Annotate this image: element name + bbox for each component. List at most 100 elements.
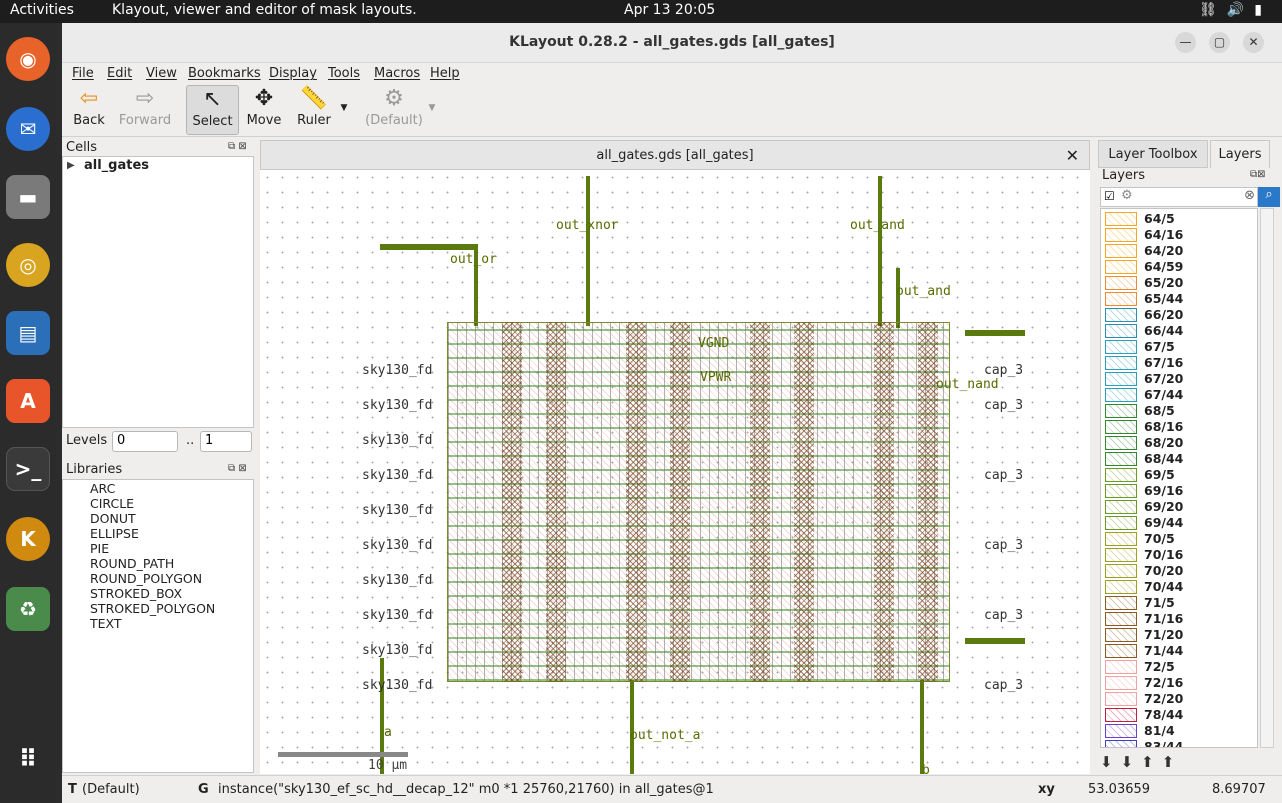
poly-column [546,322,566,682]
layer-item[interactable]: 70/5 [1101,531,1257,547]
layer-item[interactable]: 69/16 [1101,483,1257,499]
layer-item[interactable]: 64/20 [1101,243,1257,259]
library-item[interactable]: DONUT [90,511,215,526]
menu-bookmarks[interactable]: Bookmarks [188,66,261,81]
trash-icon[interactable]: ♻ [6,587,50,631]
library-item[interactable]: ROUND_POLYGON [90,571,215,586]
thunderbird-icon[interactable]: ✉ [6,107,50,151]
layer-item[interactable]: 70/16 [1101,547,1257,563]
library-item[interactable]: ARC [90,481,215,496]
maximize-button[interactable]: ▢ [1209,32,1230,53]
show-apps-icon[interactable]: ⠿ [6,737,50,781]
menu-file[interactable]: File [72,66,94,81]
menu-view[interactable]: View [146,66,177,81]
firefox-icon[interactable]: ◉ [6,37,50,81]
layer-item[interactable]: 64/59 [1101,259,1257,275]
cells-panel-buttons[interactable]: ⧉ ⊠ [228,141,247,152]
layer-item[interactable]: 83/44 [1101,739,1257,747]
menu-macros[interactable]: Macros [374,66,420,81]
layer-item[interactable]: 68/20 [1101,435,1257,451]
layer-item[interactable]: 70/20 [1101,563,1257,579]
expand-icon[interactable]: ▶ [67,160,75,171]
layer-item[interactable]: 72/5 [1101,659,1257,675]
layer-item[interactable]: 69/20 [1101,499,1257,515]
close-tab-icon[interactable]: ✕ [1066,146,1079,165]
layer-item[interactable]: 72/20 [1101,691,1257,707]
layer-item[interactable]: 65/44 [1101,291,1257,307]
software-icon[interactable]: A [6,379,50,423]
ruler-button[interactable]: 📏 Ruler [292,85,336,135]
layer-list-scrollbar[interactable] [1260,208,1274,748]
search-icon[interactable]: ⌕ [1258,187,1280,207]
system-tray-icons[interactable]: ⛓🔊▮ [1199,2,1272,18]
layer-item[interactable]: 66/20 [1101,307,1257,323]
library-item[interactable]: STROKED_POLYGON [90,601,215,616]
menu-edit[interactable]: Edit [107,66,132,81]
library-item[interactable]: ROUND_PATH [90,556,215,571]
close-window-button[interactable]: ✕ [1243,32,1264,53]
layer-item[interactable]: 71/16 [1101,611,1257,627]
forward-button[interactable]: ⇨ Forward [116,85,174,135]
layer-item[interactable]: 69/44 [1101,515,1257,531]
layer-list[interactable]: 64/5 64/16 64/20 64/59 65/20 65/44 66/20 66/44 6… [1100,208,1258,748]
layer-item[interactable]: 65/20 [1101,275,1257,291]
files-icon[interactable]: ▬ [6,175,50,219]
select-button[interactable]: ↖ Select [186,85,239,135]
activities-button[interactable]: Activities [10,2,74,18]
minimize-button[interactable]: — [1175,32,1196,53]
title-bar[interactable]: KLayout 0.28.2 - all_gates.gds [all_gate… [62,23,1282,63]
klayout-icon[interactable]: K [6,517,50,561]
layer-item[interactable]: 67/5 [1101,339,1257,355]
library-item[interactable]: ELLIPSE [90,526,215,541]
layer-filter-input[interactable]: ☑ ⚙ ⊗ [1100,187,1258,207]
tab-layer-toolbox[interactable]: Layer Toolbox [1098,140,1208,168]
menu-display[interactable]: Display [269,66,317,81]
layer-item[interactable]: 69/5 [1101,467,1257,483]
checkbox-icon[interactable]: ☑ [1104,189,1115,203]
library-item[interactable]: CIRCLE [90,496,215,511]
label-out-or: out_or [450,252,497,267]
active-app-title[interactable]: Klayout, viewer and editor of mask layou… [112,2,417,18]
layer-order-buttons[interactable]: ⬇⬇⬆⬆ [1100,753,1182,771]
layer-item[interactable]: 68/44 [1101,451,1257,467]
clear-icon[interactable]: ⊗ [1244,188,1255,203]
layer-item[interactable]: 71/44 [1101,643,1257,659]
menu-tools[interactable]: Tools [328,66,360,81]
levels-from-spinbox[interactable]: 0 [112,431,178,452]
terminal-icon[interactable]: >_ [6,447,50,491]
layout-view-tab[interactable]: all_gates.gds [all_gates] ✕ [260,140,1090,170]
layer-item[interactable]: 64/5 [1101,211,1257,227]
writer-icon[interactable]: ▤ [6,311,50,355]
layer-item[interactable]: 68/16 [1101,419,1257,435]
rhythmbox-icon[interactable]: ◎ [6,243,50,287]
library-item[interactable]: PIE [90,541,215,556]
cells-tree[interactable]: ▶ all_gates [62,156,254,428]
library-item[interactable]: STROKED_BOX [90,586,215,601]
tab-layers[interactable]: Layers [1210,140,1270,168]
layer-item[interactable]: 67/44 [1101,387,1257,403]
library-item[interactable]: TEXT [90,616,215,631]
layer-item[interactable]: 78/44 [1101,707,1257,723]
layer-item[interactable]: 71/5 [1101,595,1257,611]
libraries-panel-buttons[interactable]: ⧉ ⊠ [228,463,247,474]
layer-item[interactable]: 68/5 [1101,403,1257,419]
layer-item[interactable]: 70/44 [1101,579,1257,595]
layer-item[interactable]: 71/20 [1101,627,1257,643]
layer-item[interactable]: 67/20 [1101,371,1257,387]
layer-item[interactable]: 64/16 [1101,227,1257,243]
libraries-list[interactable]: ARC CIRCLE DONUT ELLIPSE PIE ROUND_PATH … [62,479,254,773]
layout-canvas[interactable]: sky130_fd sky130_fd sky130_fd sky130_fd … [260,170,1090,774]
levels-to-spinbox[interactable]: 1 [200,431,252,452]
default-template-button[interactable]: ⚙ (Default) [362,85,426,135]
menu-help[interactable]: Help [430,66,460,81]
cell-all-gates[interactable]: all_gates [84,158,149,173]
layer-item[interactable]: 72/16 [1101,675,1257,691]
layers-panel-buttons[interactable]: ⧉⊠ [1250,169,1266,180]
move-button[interactable]: ✥ Move [244,85,284,135]
layer-item[interactable]: 67/16 [1101,355,1257,371]
layer-item[interactable]: 66/44 [1101,323,1257,339]
layer-item[interactable]: 81/4 [1101,723,1257,739]
label-b: b [922,763,930,774]
clock[interactable]: Apr 13 20:05 [624,2,715,18]
back-button[interactable]: ⇦ Back [66,85,112,135]
